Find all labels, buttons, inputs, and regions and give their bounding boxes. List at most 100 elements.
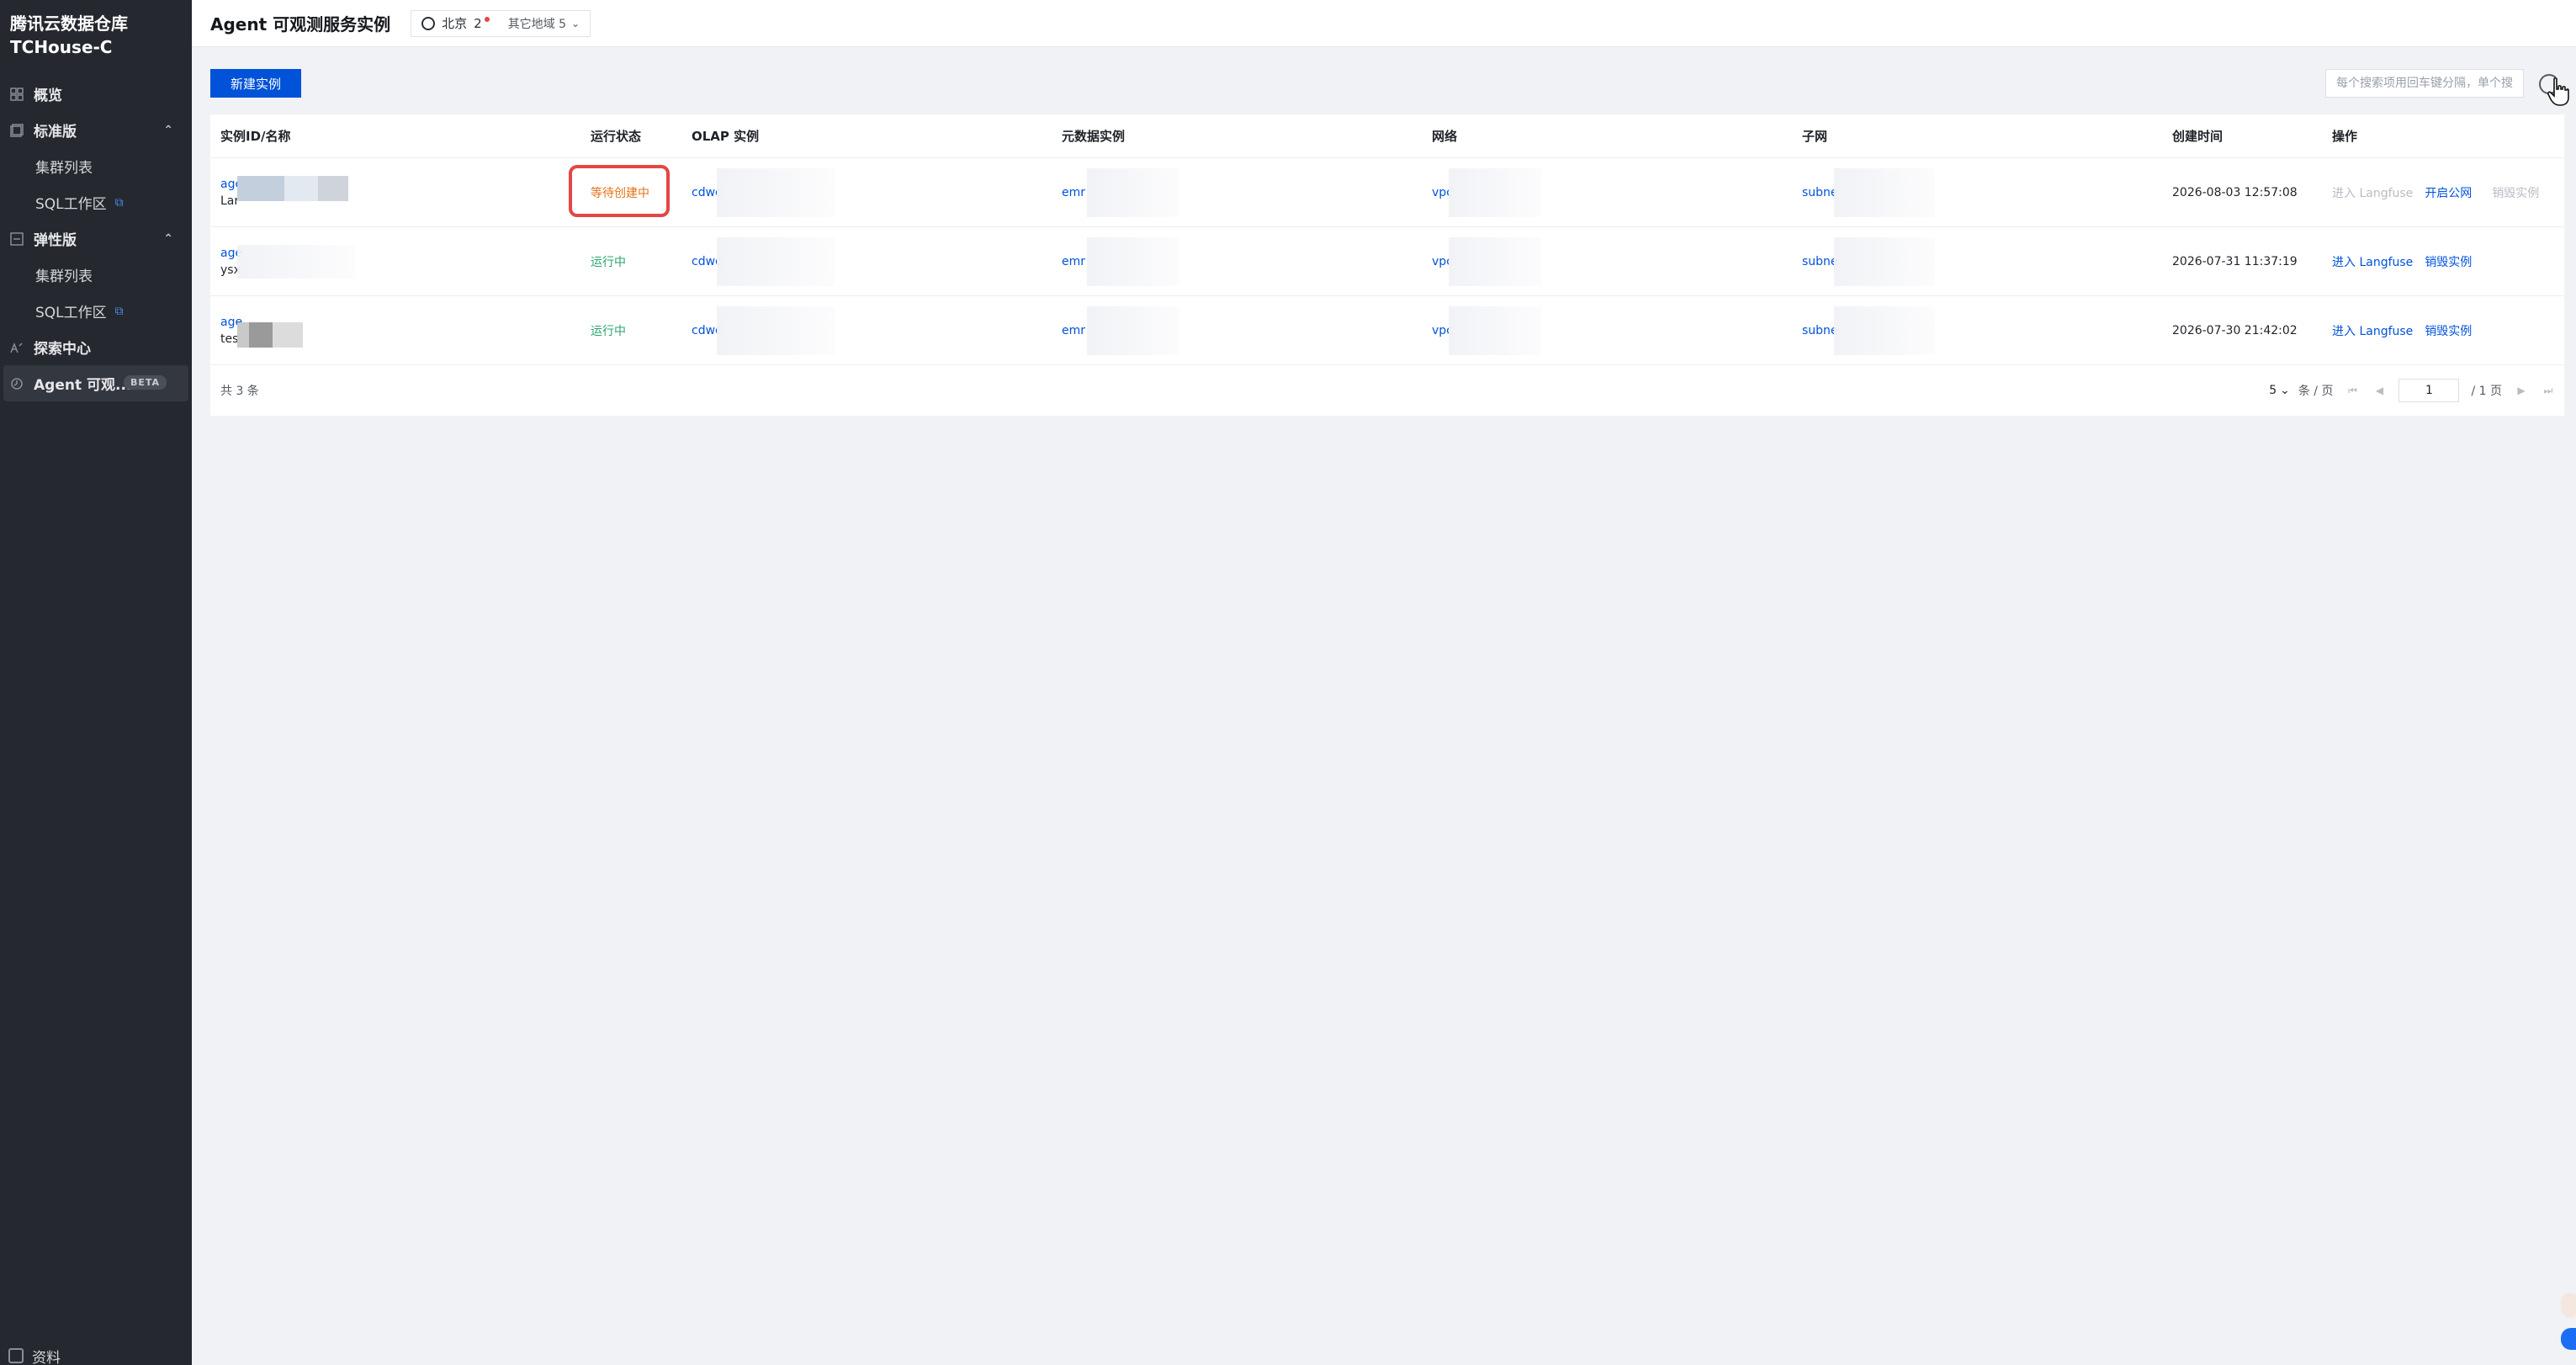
redacted-block — [717, 237, 835, 286]
enable-public-network-link[interactable]: 开启公网 — [2425, 184, 2472, 201]
sidebar-nav: 概览 标准版 ⌃ 集群列表 SQL工作区 ⧉ 弹性版 ⌃ 集群列表 SQL工作区 — [0, 76, 192, 401]
redacted-block — [1834, 306, 1935, 355]
explore-icon — [8, 339, 25, 356]
region-dot — [484, 16, 490, 22]
column-header: 操作 — [2332, 129, 2358, 144]
assistant-avatar-icon[interactable] — [2561, 1293, 2576, 1318]
brand-subtitle: TCHouse-C — [10, 37, 113, 57]
chevron-down-icon: ⌄ — [571, 17, 580, 29]
redacted-block — [717, 168, 835, 217]
redacted-block — [1834, 237, 1935, 286]
next-page-icon[interactable]: ▶ — [2514, 385, 2529, 396]
metadata-instance-link[interactable]: emr — [1062, 186, 1085, 199]
column-header: 创建时间 — [2172, 129, 2224, 144]
standard-icon — [8, 122, 25, 139]
page-header: Agent 可观测服务实例 北京 2 其它地域 5 ⌄ — [192, 0, 2576, 47]
metadata-instance-link[interactable]: emr — [1062, 324, 1085, 337]
instance-id-cell: age Lar — [220, 175, 348, 210]
page-size-unit: 条 / 页 — [2298, 385, 2334, 398]
redacted-block — [273, 321, 303, 348]
brand-title: 腾讯云数据仓库 — [10, 13, 128, 34]
chevron-up-icon: ⌃ — [163, 123, 173, 137]
region-others[interactable]: 其它地域 5 — [508, 15, 566, 32]
prev-page-icon[interactable]: ◀ — [2372, 385, 2387, 396]
table-header: 实例ID/名称 运行状态 OLAP 实例 元数据实例 网络 子网 创建时间 操作 — [210, 114, 2564, 158]
redacted-block — [717, 306, 835, 355]
sidebar-item-cluster-list[interactable]: 集群列表 — [0, 148, 192, 184]
redacted-block — [237, 321, 249, 348]
status-label: 等待创建中 — [591, 186, 649, 200]
sidebar-item-agent-observability[interactable]: Agent 可观... BETA — [3, 365, 188, 401]
total-count: 共 3 条 — [220, 385, 259, 398]
page-size-value: 5 — [2269, 384, 2277, 397]
column-header: 实例ID/名称 — [220, 129, 291, 144]
enter-langfuse-link[interactable]: 进入 Langfuse — [2332, 322, 2413, 339]
subnet-link[interactable]: subne — [1802, 186, 1838, 199]
destroy-instance-link[interactable]: 销毁实例 — [2425, 322, 2472, 339]
help-float-button[interactable] — [2561, 1328, 2576, 1350]
redacted-block — [1087, 168, 1179, 217]
external-link-icon: ⧉ — [114, 304, 124, 318]
status-label: 运行中 — [591, 324, 626, 338]
sidebar-item-label: 集群列表 — [35, 160, 93, 177]
sidebar: 腾讯云数据仓库 TCHouse-C 概览 标准版 ⌃ 集群列表 SQL工作区 ⧉ — [0, 0, 192, 1365]
beta-badge: BETA — [123, 375, 167, 390]
docs-icon — [8, 1348, 24, 1363]
destroy-instance-link[interactable]: 销毁实例 — [2492, 184, 2539, 201]
redacted-block — [1449, 306, 1541, 355]
total-pages: / 1 页 — [2471, 385, 2502, 398]
hand-cursor-icon — [2547, 77, 2569, 106]
row-actions: 进入 Langfuse 销毁实例 — [2332, 322, 2472, 339]
row-actions: 进入 Langfuse 销毁实例 — [2332, 253, 2472, 270]
sidebar-item-label: SQL工作区 — [35, 196, 107, 213]
row-actions: 进入 Langfuse 开启公网 销毁实例 — [2332, 184, 2539, 201]
sidebar-item-explore[interactable]: 探索中心 — [0, 329, 192, 365]
sidebar-item-standard[interactable]: 标准版 ⌃ — [0, 112, 192, 148]
enter-langfuse-link[interactable]: 进入 Langfuse — [2332, 253, 2413, 270]
region-selector[interactable]: 北京 2 其它地域 5 ⌄ — [411, 9, 591, 37]
sidebar-item-cluster-list[interactable]: 集群列表 — [0, 257, 192, 293]
page-size-select[interactable]: 5 ⌄ 条 / 页 — [2269, 382, 2333, 399]
table-row: age ysx 运行中 cdwc emr vpc subne 2026-07-3… — [210, 227, 2564, 296]
sidebar-item-sql-workspace[interactable]: SQL工作区 ⧉ — [0, 293, 192, 329]
redacted-block — [1449, 168, 1541, 217]
redacted-block — [1087, 237, 1179, 286]
redacted-block — [249, 321, 273, 348]
page-number-input[interactable]: 1 — [2398, 379, 2460, 402]
region-current: 北京 — [442, 16, 468, 31]
sidebar-item-docs[interactable]: 资料 — [8, 1346, 61, 1365]
chevron-down-icon: ⌄ — [2280, 384, 2290, 397]
sidebar-item-label: Agent 可观... — [34, 377, 132, 394]
column-header: 子网 — [1802, 129, 1828, 144]
create-instance-button[interactable]: 新建实例 — [210, 69, 301, 98]
sidebar-item-sql-workspace[interactable]: SQL工作区 ⧉ — [0, 184, 192, 220]
last-page-icon[interactable]: ⏭ — [2541, 385, 2556, 397]
redacted-block — [1449, 237, 1541, 286]
sidebar-item-label: 概览 — [34, 88, 62, 104]
column-header: 元数据实例 — [1062, 129, 1126, 144]
region-count: 2 — [474, 15, 482, 31]
sidebar-item-label: 标准版 — [34, 124, 77, 141]
instance-id-cell: age ysx — [220, 244, 355, 279]
sidebar-item-elastic[interactable]: 弹性版 ⌃ — [0, 220, 192, 257]
created-time: 2026-08-03 12:57:08 — [2172, 185, 2298, 199]
column-header: 运行状态 — [591, 129, 642, 144]
instance-table: 实例ID/名称 运行状态 OLAP 实例 元数据实例 网络 子网 创建时间 操作… — [210, 114, 2564, 416]
redacted-block — [1087, 306, 1179, 355]
page-title: Agent 可观测服务实例 — [210, 14, 391, 35]
enter-langfuse-link[interactable]: 进入 Langfuse — [2332, 184, 2413, 201]
destroy-instance-link[interactable]: 销毁实例 — [2425, 253, 2472, 270]
sidebar-item-label: SQL工作区 — [35, 305, 107, 321]
created-time: 2026-07-31 11:37:19 — [2172, 254, 2298, 268]
created-time: 2026-07-30 21:42:02 — [2172, 323, 2298, 337]
search-input[interactable] — [2325, 69, 2524, 98]
column-header: 网络 — [1432, 129, 1458, 144]
sidebar-item-overview[interactable]: 概览 — [0, 76, 192, 112]
subnet-link[interactable]: subne — [1802, 255, 1838, 268]
metadata-instance-link[interactable]: emr — [1062, 255, 1085, 268]
redacted-block — [284, 175, 318, 201]
first-page-icon[interactable]: ⏮ — [2345, 385, 2360, 397]
subnet-link[interactable]: subne — [1802, 324, 1838, 337]
sidebar-item-label: 探索中心 — [34, 341, 91, 358]
sidebar-item-label: 集群列表 — [35, 268, 93, 285]
